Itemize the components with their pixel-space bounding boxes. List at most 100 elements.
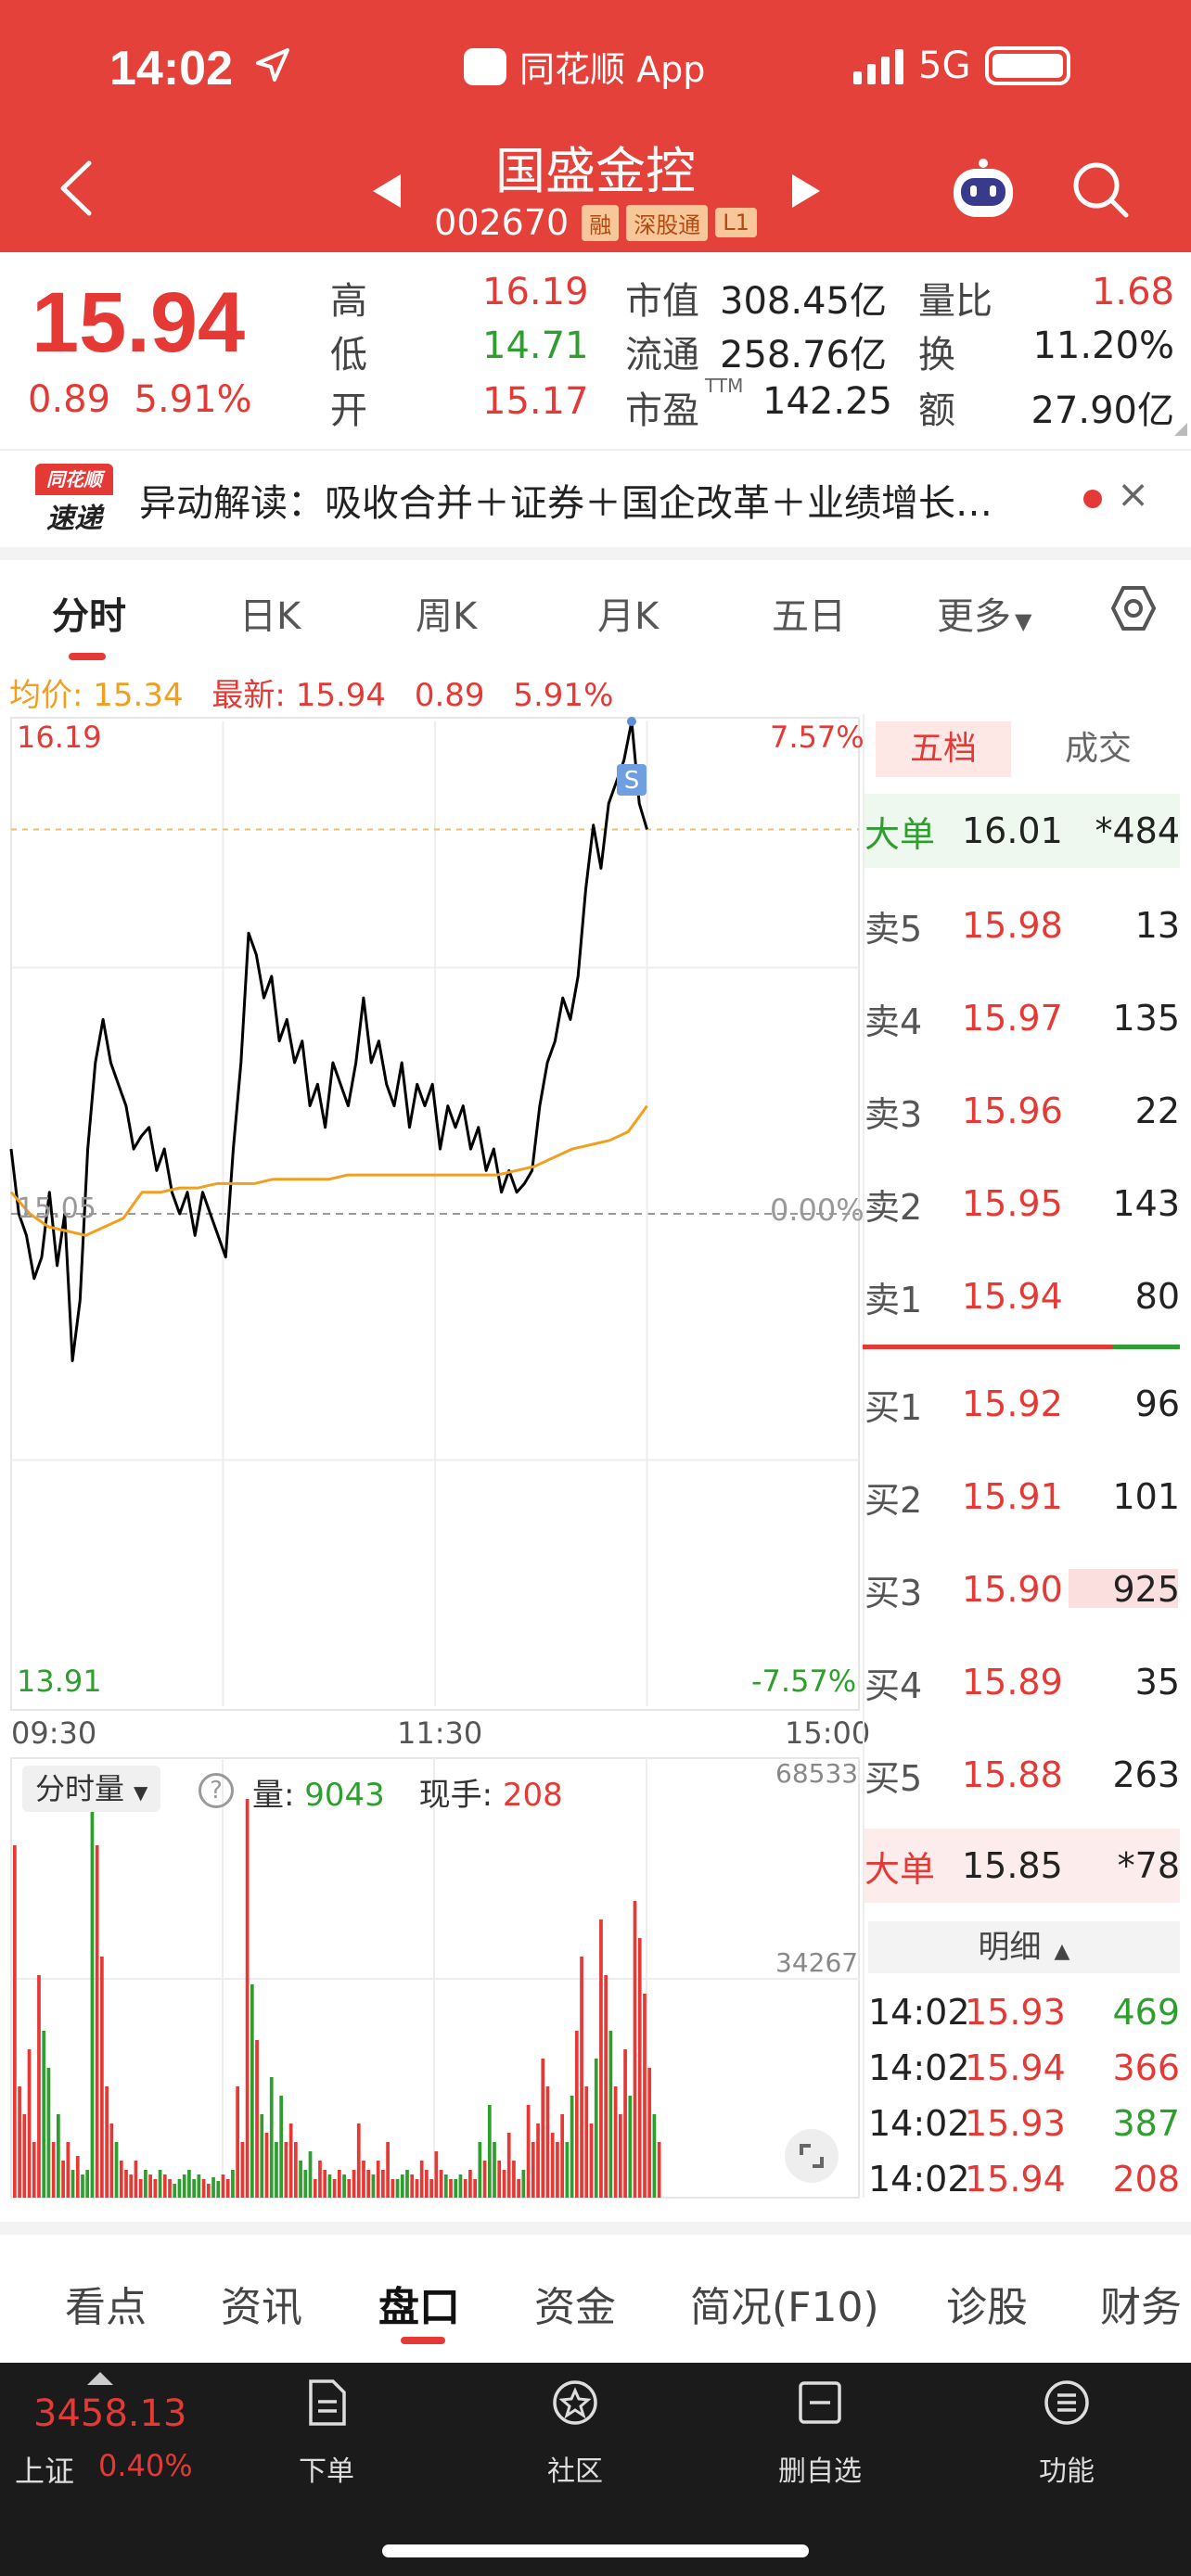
tab-trades[interactable]: 成交 (1024, 721, 1172, 777)
volume-bar (652, 2114, 657, 2198)
help-icon[interactable]: ? (198, 1773, 234, 1808)
turnover-value: 11.20% (1032, 325, 1174, 367)
volume-bar (594, 2059, 598, 2198)
volume-bar (356, 2123, 361, 2198)
volume-bar (182, 2174, 186, 2198)
volume-bar (114, 2142, 119, 2198)
volume-bar (279, 2096, 284, 2198)
volume-bar (332, 2179, 337, 2198)
y-label-bottom-pct: -7.57% (751, 1664, 857, 1699)
volume-bar (168, 2179, 172, 2198)
volume-bar (493, 2142, 496, 2198)
tab-five-levels[interactable]: 五档 (876, 721, 1011, 777)
tab-finance[interactable]: 财务 (1100, 2274, 1182, 2333)
status-app: 同花顺 App (464, 41, 705, 92)
volume-bar (570, 2096, 574, 2198)
nav-functions[interactable]: 功能 (992, 2378, 1141, 2489)
up-arrow-icon (87, 2372, 113, 2385)
ask-row-4[interactable]: 卖4 15.97 135 (864, 981, 1180, 1055)
ask-row-1[interactable]: 卖1 15.94 80 (864, 1259, 1180, 1333)
nav-community[interactable]: 社区 (501, 2378, 649, 2489)
tab-five-day[interactable]: 五日 (772, 586, 846, 640)
volume-bar (458, 2174, 463, 2198)
stock-code: 002670 (434, 202, 570, 243)
volume-bar (177, 2179, 182, 2198)
bid-ask-bar-red (863, 1345, 1113, 1349)
vr-label: 量比 (918, 280, 992, 323)
ask-row-2[interactable]: 卖2 15.95 143 (864, 1167, 1180, 1241)
detail-header[interactable]: 明细 ▲ (868, 1921, 1180, 1973)
battery-icon (985, 46, 1071, 85)
index-value[interactable]: 3458.13 (33, 2392, 186, 2435)
chart-grid (11, 721, 859, 1706)
tab-news[interactable]: 资讯 (221, 2274, 302, 2333)
volume-bar (61, 2161, 65, 2198)
volume-bar (574, 2031, 579, 2198)
tab-diagnosis[interactable]: 诊股 (946, 2274, 1028, 2333)
volume-bar (531, 2142, 535, 2198)
volume-bar (216, 2181, 221, 2198)
tab-daily-k[interactable]: 日K (239, 586, 301, 640)
volume-bar (153, 2179, 158, 2198)
volume-bar (628, 2096, 633, 2198)
robot-icon[interactable] (948, 156, 1018, 226)
news-text[interactable]: 异动解读：吸收合并＋证券＋国企改革＋业绩增长… (139, 473, 992, 527)
open-label: 开 (330, 389, 367, 432)
volume-bar (201, 2179, 206, 2198)
status-right: 5G (853, 45, 1071, 87)
volume-bar (395, 2179, 400, 2198)
news-close-icon[interactable]: × (1117, 471, 1149, 516)
tab-more[interactable]: 更多 ▼ (937, 586, 1031, 640)
volume-selector[interactable]: 分时量 ▼ (22, 1766, 161, 1812)
search-icon[interactable] (1070, 159, 1132, 224)
volume-bar (618, 2114, 622, 2198)
price-chart[interactable]: S (0, 714, 863, 1738)
volume-bar (162, 2174, 167, 2198)
menu-icon (1044, 2380, 1089, 2425)
bid-row-2[interactable]: 买2 15.91 101 (864, 1460, 1180, 1534)
tab-highlights[interactable]: 看点 (65, 2274, 147, 2333)
volume-bar (362, 2161, 365, 2198)
settings-icon[interactable] (1109, 584, 1158, 636)
float-label: 流通 (625, 334, 699, 376)
volume-bar (623, 2049, 627, 2198)
volume-bar (90, 1776, 95, 2198)
volume-bar (250, 1984, 254, 2198)
chevron-down-icon: ▼ (1015, 608, 1032, 634)
x-label-mid: 11:30 (397, 1715, 483, 1751)
chart-info: 均价: 15.34 最新: 15.94 0.89 5.91% (9, 677, 614, 714)
bid-row-5[interactable]: 买5 15.88 263 (864, 1738, 1180, 1812)
volume-bar (517, 2179, 521, 2198)
volume-bar (323, 2170, 327, 2198)
volume-bar (556, 2142, 559, 2198)
expand-corner-icon[interactable] (1174, 423, 1187, 436)
tab-funds[interactable]: 资金 (534, 2274, 616, 2333)
fullscreen-icon[interactable] (785, 2129, 839, 2183)
bid-row-1[interactable]: 买1 15.92 96 (864, 1367, 1180, 1441)
volume-bar (405, 2170, 409, 2198)
tab-monthly-k[interactable]: 月K (597, 586, 659, 640)
amount-value: 27.90亿 (1031, 389, 1174, 432)
tag-margin: 融 (582, 204, 620, 241)
volume-bar (158, 2170, 162, 2198)
volume-bar (18, 2086, 21, 2198)
tab-weekly-k[interactable]: 周K (416, 586, 477, 640)
tab-market-depth[interactable]: 盘口 (378, 2274, 460, 2333)
ask-row-3[interactable]: 卖3 15.96 22 (864, 1074, 1180, 1148)
news-logo: 同花顺 速递 (35, 464, 113, 535)
volume-bar (66, 2142, 70, 2198)
volume-bar (13, 1845, 17, 2198)
ask-row-5[interactable]: 卖5 15.98 13 (864, 888, 1180, 963)
next-stock-icon[interactable] (790, 172, 822, 213)
volume-chart[interactable] (0, 1756, 863, 2200)
bid-row-4[interactable]: 买4 15.89 35 (864, 1645, 1180, 1719)
volume-bar (51, 2142, 56, 2198)
bid-row-3[interactable]: 买3 15.90 925 (864, 1552, 1180, 1626)
nav-remove-watchlist[interactable]: 删自选 (746, 2378, 894, 2489)
x-label-end: 15:00 (785, 1715, 871, 1751)
tab-profile[interactable]: 简况(F10) (690, 2274, 879, 2333)
volume-bar (206, 2184, 211, 2198)
tab-intraday[interactable]: 分时 (52, 586, 126, 640)
tick-row: 14:02 15.93 387 (868, 2103, 1180, 2144)
nav-order[interactable]: 下单 (252, 2378, 401, 2489)
